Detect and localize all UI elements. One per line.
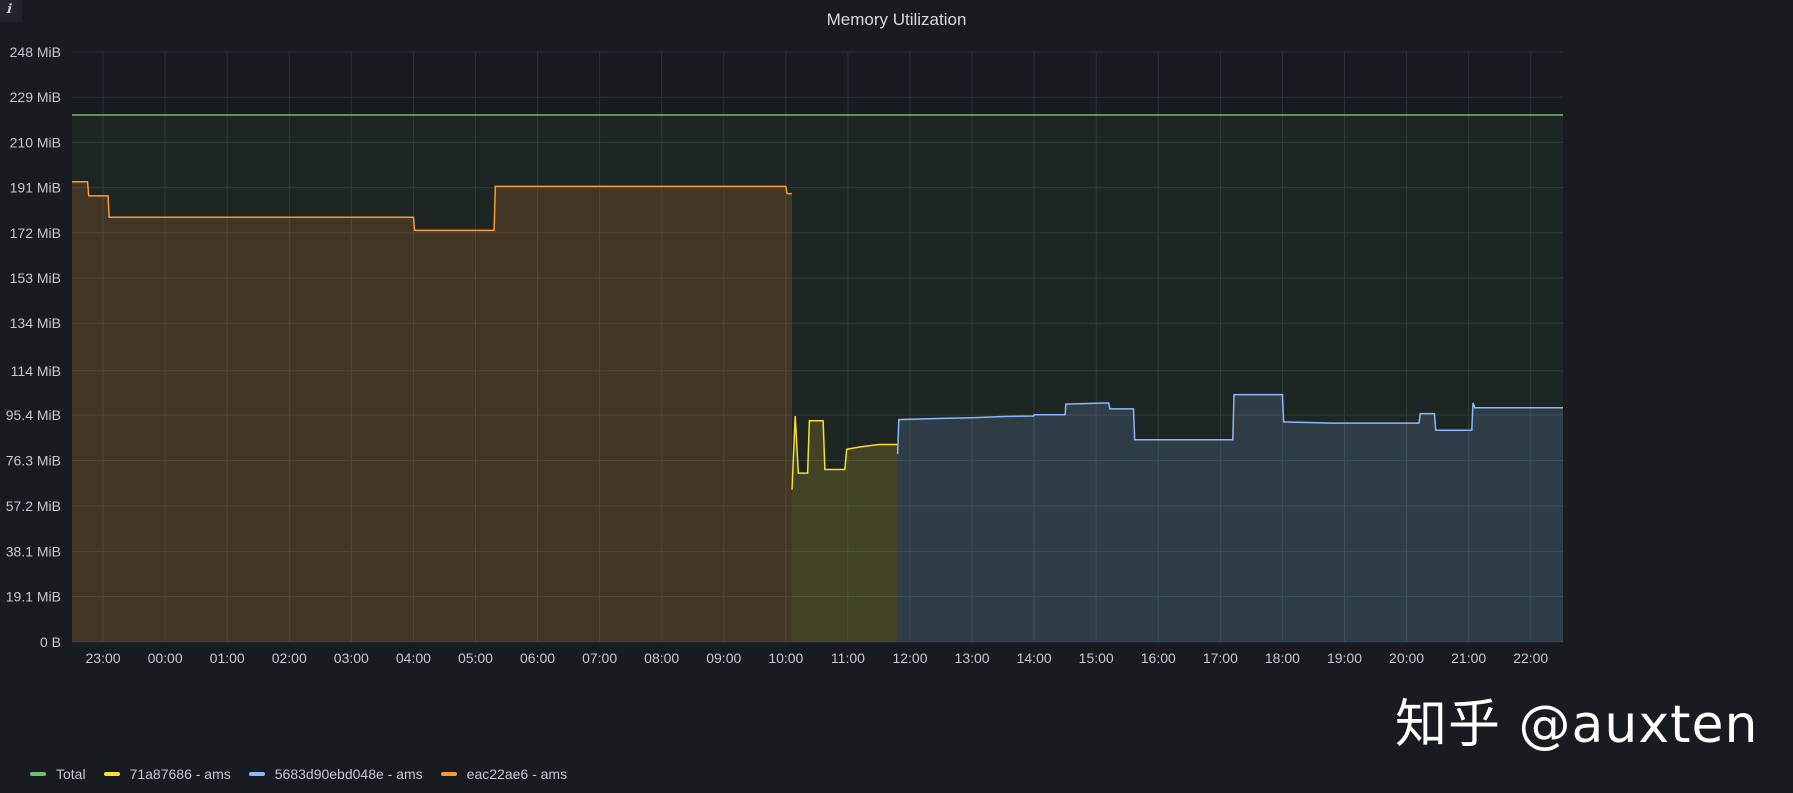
x-tick-label: 02:00 [272,650,307,666]
watermark-text: 知乎 @auxten [1395,695,1759,755]
x-tick-label: 10:00 [768,650,803,666]
x-tick-label: 23:00 [86,650,121,666]
chart-legend: Total 71a87686 - ams 5683d90ebd048e - am… [30,766,567,782]
y-tick-label: 153 MiB [10,270,61,286]
x-tick-label: 05:00 [458,650,493,666]
x-tick-label: 13:00 [955,650,990,666]
y-tick-label: 248 MiB [10,44,61,60]
x-tick-label: 04:00 [396,650,431,666]
x-tick-label: 17:00 [1203,650,1238,666]
legend-item-71a87686[interactable]: 71a87686 - ams [103,766,231,782]
x-tick-label: 21:00 [1451,650,1486,666]
x-tick-label: 20:00 [1389,650,1424,666]
memory-utilization-chart: 0 B 19.1 MiB 38.1 MiB 57.2 MiB 76.3 MiB 95.4 … [6,44,1563,666]
y-tick-label: 38.1 MiB [6,543,61,559]
legend-item-eac22ae6[interactable]: eac22ae6 - ams [440,766,568,782]
y-tick-label: 57.2 MiB [6,498,61,514]
x-tick-label: 00:00 [148,650,183,666]
legend-item-5683d90ebd048e[interactable]: 5683d90ebd048e - ams [248,766,423,782]
legend-label: Total [56,766,86,782]
y-tick-label: 172 MiB [10,225,61,241]
x-tick-label: 03:00 [334,650,369,666]
y-tick-label: 0 B [40,634,61,650]
legend-swatch [103,772,120,776]
x-tick-label: 08:00 [644,650,679,666]
x-tick-label: 12:00 [892,650,927,666]
x-tick-label: 18:00 [1265,650,1300,666]
x-tick-label: 16:00 [1141,650,1176,666]
x-axis: 23:00 00:00 01:00 02:00 03:00 04:00 05:00 06:00… [86,650,1549,666]
memory-utilization-panel: ℹ Memory Utilization 0 B 19.1 MiB 38.1 MiB… [0,0,1793,793]
y-axis: 0 B 19.1 MiB 38.1 MiB 57.2 MiB 76.3 MiB 95.4 … [6,44,61,650]
x-tick-label: 15:00 [1079,650,1114,666]
series-layer [72,114,1563,642]
y-tick-label: 76.3 MiB [6,452,61,468]
y-tick-label: 134 MiB [10,315,61,331]
x-tick-label: 01:00 [210,650,245,666]
y-tick-label: 95.4 MiB [6,407,61,423]
legend-label: 71a87686 - ams [129,766,231,782]
legend-swatch [248,772,265,776]
series-area-eac22ae6 [72,181,792,642]
x-tick-label: 14:00 [1017,650,1052,666]
y-tick-label: 210 MiB [10,134,61,150]
y-tick-label: 19.1 MiB [6,589,61,605]
legend-item-total[interactable]: Total [30,766,86,782]
legend-label: eac22ae6 - ams [466,766,568,782]
x-tick-label: 07:00 [582,650,617,666]
legend-swatch [440,772,457,776]
x-tick-label: 22:00 [1513,650,1548,666]
legend-label: 5683d90ebd048e - ams [274,766,423,782]
y-tick-label: 191 MiB [10,180,61,196]
y-tick-label: 229 MiB [10,89,61,105]
legend-swatch [30,772,46,776]
x-tick-label: 11:00 [831,650,865,666]
x-tick-label: 06:00 [520,650,555,666]
x-tick-label: 19:00 [1327,650,1362,666]
x-tick-label: 09:00 [706,650,741,666]
y-tick-label: 114 MiB [11,363,61,379]
